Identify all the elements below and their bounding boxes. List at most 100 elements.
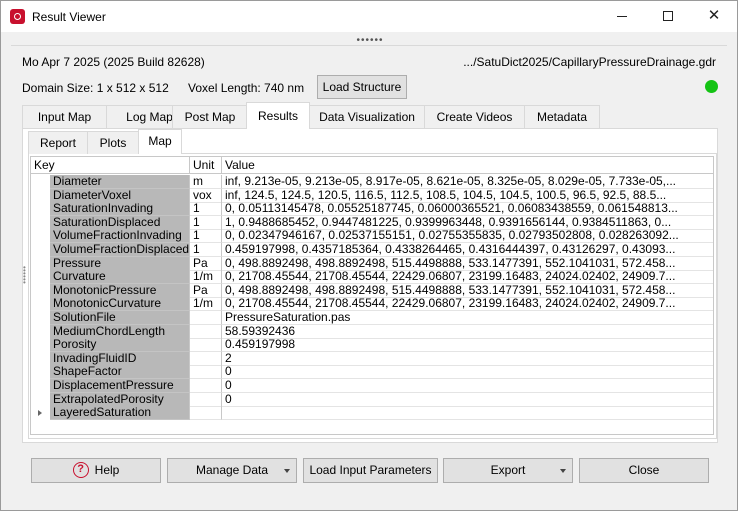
maximize-button[interactable] [645, 1, 691, 32]
row-value: 0, 498.8892498, 498.8892498, 515.4498888… [222, 257, 713, 271]
row-key: SaturationDisplaced [50, 215, 190, 230]
row-key: MediumChordLength [50, 324, 190, 339]
row-value: 1, 0.9488685452, 0.9447481225, 0.9399963… [222, 216, 713, 230]
window-title: Result Viewer [32, 10, 106, 24]
row-unit: 1/m [190, 297, 222, 312]
row-unit [190, 365, 222, 380]
dropdown-arrow-icon [284, 469, 290, 473]
table-row[interactable]: DiameterVoxel vox inf, 124.5, 124.5, 120.5… [31, 188, 713, 203]
column-header-key[interactable]: Key [31, 157, 190, 174]
expand-arrow-icon[interactable] [38, 410, 42, 417]
export-label: Export [490, 463, 526, 477]
table-row[interactable]: DisplacementPressure 0 [31, 379, 713, 393]
load-input-parameters-button[interactable]: Load Input Parameters [303, 458, 438, 483]
table-row[interactable]: VolumeFractionDisplaced 1 0.459197998, 0.4… [31, 243, 713, 257]
row-value: 2 [222, 352, 713, 366]
table-row[interactable]: ShapeFactor 0 [31, 365, 713, 380]
table-row[interactable]: Porosity 0.459197998 [31, 338, 713, 353]
row-key: Curvature [50, 270, 190, 285]
tab-post-map[interactable]: Post Map [172, 105, 248, 128]
row-value: 0, 21708.45544, 21708.45544, 22429.06807… [222, 297, 713, 312]
row-unit: 1 [190, 243, 222, 257]
domain-size: Domain Size: 1 x 512 x 512 [22, 81, 169, 95]
table-row[interactable]: Diameter m inf, 9.213e-05, 9.213e-05, 8.91… [31, 175, 713, 189]
tab-data-visualization[interactable]: Data Visualization [309, 105, 425, 128]
row-key: VolumeFractionInvading [50, 229, 190, 244]
row-value [222, 406, 713, 421]
row-unit: 1 [190, 202, 222, 217]
row-unit: Pa [190, 283, 222, 298]
tab-input-map[interactable]: Input Map [22, 105, 107, 128]
row-unit: 1/m [190, 270, 222, 285]
row-key: SolutionFile [50, 311, 190, 325]
row-value: inf, 124.5, 124.5, 120.5, 116.5, 112.5, … [222, 189, 713, 203]
row-unit: m [190, 175, 222, 189]
row-value: 0 [222, 379, 713, 393]
divider [11, 45, 727, 46]
help-button[interactable]: ? Help [31, 458, 161, 483]
export-button[interactable]: Export [443, 458, 573, 483]
row-value: 0, 0.02347946167, 0.02537155151, 0.02755… [222, 229, 713, 244]
row-unit [190, 338, 222, 353]
voxel-length: Voxel Length: 740 nm [188, 81, 305, 95]
table-row[interactable]: MonotonicCurvature 1/m 0, 21708.45544, 217… [31, 297, 713, 312]
row-key: DiameterVoxel [50, 188, 190, 203]
result-viewer-window: Result Viewer ✕ •••••• Mo Apr 7 2025 (20… [0, 0, 738, 511]
tab-metadata[interactable]: Metadata [524, 105, 600, 128]
build-date: Mo Apr 7 2025 (2025 Build 82628) [22, 55, 205, 69]
results-table: Key Unit Value Diameter m inf, 9.213e-05, … [30, 156, 714, 435]
column-header-value[interactable]: Value [222, 157, 713, 174]
row-value: 0 [222, 393, 713, 407]
row-unit [190, 392, 222, 407]
side-splitter-handle[interactable]: • • • • • • [23, 264, 26, 288]
title-bar: Result Viewer ✕ [1, 1, 737, 32]
row-key: ExtrapolatedPorosity [50, 392, 190, 407]
close-icon: ✕ [707, 7, 721, 24]
table-row[interactable]: MediumChordLength 58.59392436 [31, 324, 713, 339]
status-indicator [705, 80, 718, 93]
tab-report[interactable]: Report [28, 131, 88, 154]
table-row[interactable]: VolumeFractionInvading 1 0, 0.02347946167,… [31, 229, 713, 244]
table-row[interactable]: SaturationInvading 1 0, 0.05113145478, 0.0… [31, 202, 713, 217]
close-button[interactable]: Close [579, 458, 709, 483]
table-row[interactable]: InvadingFluidID 2 [31, 351, 713, 366]
help-icon: ? [72, 461, 89, 478]
row-value: 0 [222, 365, 713, 380]
load-structure-button[interactable]: Load Structure [317, 75, 407, 99]
row-key: MonotonicPressure [50, 283, 190, 298]
row-key: Pressure [50, 256, 190, 271]
row-unit [190, 311, 222, 325]
tab-results[interactable]: Results [246, 102, 310, 129]
manage-data-label: Manage Data [195, 463, 269, 477]
table-row[interactable]: Pressure Pa 0, 498.8892498, 498.8892498, 5… [31, 256, 713, 271]
row-key: Diameter [50, 175, 190, 189]
manage-data-button[interactable]: Manage Data [167, 458, 297, 483]
table-header: Key Unit Value [31, 157, 713, 174]
tab-create-videos[interactable]: Create Videos [424, 105, 525, 128]
tab-map[interactable]: Map [138, 129, 182, 154]
table-row[interactable]: ExtrapolatedPorosity 0 [31, 392, 713, 407]
app-logo-icon [10, 9, 25, 24]
table-row[interactable]: MonotonicPressure Pa 0, 498.8892498, 498.8… [31, 283, 713, 298]
row-key: VolumeFractionDisplaced [50, 243, 190, 257]
dropdown-arrow-icon [560, 469, 566, 473]
table-row[interactable]: Curvature 1/m 0, 21708.45544, 21708.45544,… [31, 270, 713, 285]
table-row[interactable]: LayeredSaturation [31, 406, 713, 421]
close-window-button[interactable]: ✕ [691, 1, 737, 32]
minimize-button[interactable] [599, 1, 645, 32]
row-key: ShapeFactor [50, 365, 190, 380]
row-value: 0.459197998 [222, 338, 713, 353]
row-unit: Pa [190, 256, 222, 271]
table-row[interactable]: SolutionFile PressureSaturation.pas [31, 311, 713, 325]
file-path: .../SatuDict2025/CapillaryPressureDraina… [463, 55, 716, 69]
row-unit [190, 324, 222, 339]
row-key: LayeredSaturation [50, 406, 190, 421]
row-value: 58.59392436 [222, 325, 713, 339]
column-header-unit[interactable]: Unit [190, 157, 222, 174]
row-unit [190, 351, 222, 366]
row-value: 0, 498.8892498, 498.8892498, 515.4498888… [222, 284, 713, 298]
row-unit: 1 [190, 215, 222, 230]
tab-plots[interactable]: Plots [87, 131, 139, 154]
minimize-icon [617, 16, 627, 17]
table-row[interactable]: SaturationDisplaced 1 1, 0.9488685452, 0.9… [31, 215, 713, 230]
